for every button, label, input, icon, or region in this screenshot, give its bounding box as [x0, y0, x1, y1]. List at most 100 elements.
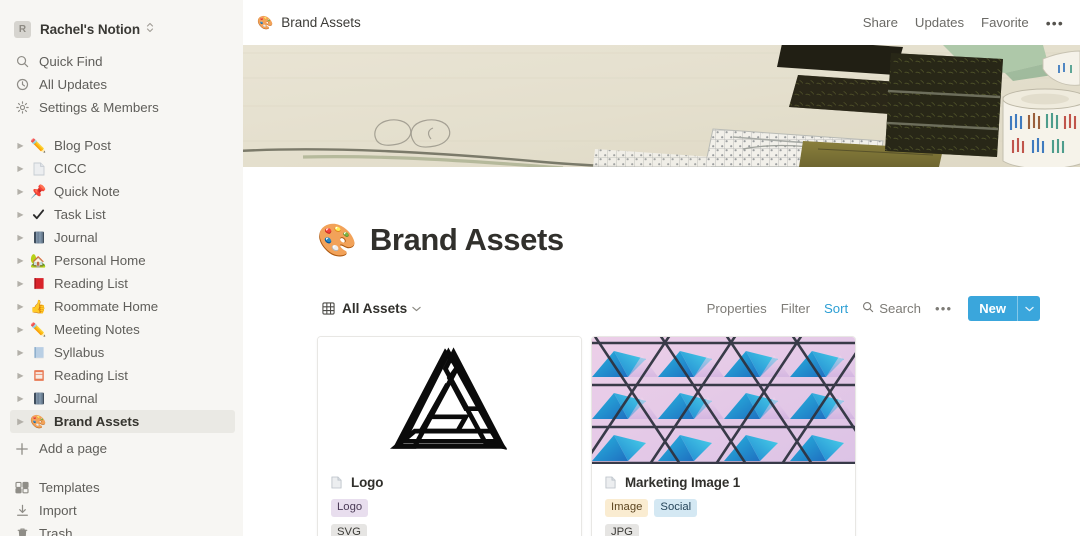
new-button-group[interactable]: New	[968, 296, 1040, 322]
disclosure-caret-icon[interactable]: ▶	[14, 371, 27, 380]
card-body: Marketing Image 1 Image Social JPG	[592, 464, 855, 536]
disclosure-caret-icon[interactable]: ▶	[14, 325, 27, 334]
sidebar-page-journal-1[interactable]: ▶ Journal	[10, 226, 235, 249]
card-tags-primary: Logo	[331, 498, 568, 517]
database-view-name: All Assets	[342, 301, 408, 317]
disclosure-caret-icon[interactable]: ▶	[14, 394, 27, 403]
notebook-icon	[30, 392, 47, 405]
top-bar: 🎨 Brand Assets Share Updates Favorite ••…	[243, 0, 1080, 45]
new-button[interactable]: New	[968, 296, 1017, 322]
card-title: Marketing Image 1	[625, 474, 741, 490]
disclosure-caret-icon[interactable]: ▶	[14, 256, 27, 265]
page-cover-image[interactable]	[243, 45, 1080, 167]
filter-button[interactable]: Filter	[781, 301, 810, 316]
workspace-avatar: R	[14, 20, 31, 38]
disclosure-caret-icon[interactable]: ▶	[14, 302, 27, 311]
sidebar: R Rachel's Notion Quick Find All Updates	[0, 0, 243, 536]
sidebar-page-task-list[interactable]: ▶ Task List	[10, 203, 235, 226]
palette-icon[interactable]: 🎨	[317, 224, 357, 256]
tag-badge: SVG	[331, 523, 367, 536]
sidebar-page-blog-post[interactable]: ▶ ✏️ Blog Post	[10, 134, 235, 157]
sidebar-page-list: ▶ ✏️ Blog Post ▶ CICC ▶ 📌 Quick Note ▶ T…	[0, 134, 243, 433]
new-dropdown-chevron-icon[interactable]	[1017, 296, 1040, 322]
sidebar-page-label: Quick Note	[54, 184, 120, 199]
sort-button[interactable]: Sort	[824, 301, 848, 316]
card-tags-primary: Image Social	[605, 498, 842, 517]
sidebar-page-syllabus[interactable]: ▶ Syllabus	[10, 341, 235, 364]
database-toolbar: All Assets Properties Filter Sort Search…	[317, 296, 1040, 322]
disclosure-caret-icon[interactable]: ▶	[14, 233, 27, 242]
workspace-switcher[interactable]: R Rachel's Notion	[10, 16, 235, 42]
pencil-icon: ✏️	[30, 138, 47, 153]
sidebar-item-label: Templates	[39, 480, 100, 495]
disclosure-caret-icon[interactable]: ▶	[14, 279, 27, 288]
favorite-button[interactable]: Favorite	[981, 15, 1029, 30]
database-view-tab[interactable]: All Assets	[317, 299, 426, 318]
tag-badge: JPG	[605, 523, 639, 536]
page-body: 🎨 Brand Assets All Assets Properties Fil…	[243, 167, 1080, 536]
disclosure-caret-icon[interactable]: ▶	[14, 348, 27, 357]
sidebar-page-brand-assets[interactable]: ▶ 🎨 Brand Assets	[10, 410, 235, 433]
sidebar-item-settings-members[interactable]: Settings & Members	[10, 96, 235, 119]
database-toolbar-actions: Properties Filter Sort Search ••• New	[707, 296, 1040, 322]
sidebar-nav-group: Quick Find All Updates Settings & Member…	[0, 50, 243, 119]
sidebar-item-import[interactable]: Import	[10, 499, 235, 522]
workspace-name: Rachel's Notion	[40, 21, 140, 37]
templates-icon	[14, 481, 30, 494]
import-icon	[14, 504, 30, 517]
disclosure-caret-icon[interactable]: ▶	[14, 187, 27, 196]
sidebar-item-label: Quick Find	[39, 54, 103, 69]
gear-icon	[14, 101, 30, 114]
sidebar-page-meeting-notes[interactable]: ▶ ✏️ Meeting Notes	[10, 318, 235, 341]
gallery-card[interactable]: Logo Logo SVG	[317, 335, 582, 536]
sidebar-page-journal-2[interactable]: ▶ Journal	[10, 387, 235, 410]
orange-book-icon	[30, 369, 47, 382]
pencil-icon: ✏️	[30, 322, 47, 337]
sidebar-page-label: Personal Home	[54, 253, 146, 268]
tag-badge: Social	[654, 498, 698, 517]
sidebar-page-label: CICC	[54, 161, 87, 176]
sidebar-item-templates[interactable]: Templates	[10, 476, 235, 499]
share-button[interactable]: Share	[863, 15, 898, 30]
gallery-card[interactable]: Marketing Image 1 Image Social JPG	[591, 335, 856, 536]
sidebar-page-quick-note[interactable]: ▶ 📌 Quick Note	[10, 180, 235, 203]
disclosure-caret-icon[interactable]: ▶	[14, 210, 27, 219]
sidebar-item-label: Trash	[39, 526, 73, 536]
sidebar-page-reading-list-2[interactable]: ▶ Reading List	[10, 364, 235, 387]
sidebar-page-personal-home[interactable]: ▶ 🏡 Personal Home	[10, 249, 235, 272]
penrose-triangle-logo	[318, 336, 581, 464]
page-inner: 🎨 Brand Assets All Assets Properties Fil…	[243, 201, 1080, 536]
add-a-page-button[interactable]: Add a page	[10, 437, 235, 460]
search-button[interactable]: Search	[862, 301, 921, 316]
search-label: Search	[879, 301, 921, 317]
sidebar-page-cicc[interactable]: ▶ CICC	[10, 157, 235, 180]
card-media-logo	[318, 336, 581, 464]
breadcrumb[interactable]: 🎨 Brand Assets	[257, 15, 361, 31]
disclosure-caret-icon[interactable]: ▶	[14, 164, 27, 173]
sidebar-item-label: Import	[39, 503, 77, 518]
card-tags-secondary: JPG	[605, 523, 842, 536]
sidebar-item-all-updates[interactable]: All Updates	[10, 73, 235, 96]
blue-book-icon	[30, 346, 47, 359]
updates-button[interactable]: Updates	[915, 15, 964, 30]
sidebar-item-label: Settings & Members	[39, 100, 159, 115]
sidebar-page-label: Blog Post	[54, 138, 111, 153]
card-title-row: Marketing Image 1	[605, 475, 842, 490]
database-more-icon[interactable]: •••	[935, 301, 952, 316]
file-page-icon	[605, 476, 618, 489]
page-title[interactable]: Brand Assets	[370, 222, 564, 258]
palette-icon: 🎨	[257, 14, 274, 30]
sidebar-page-label: Roommate Home	[54, 299, 159, 314]
more-options-icon[interactable]: •••	[1046, 15, 1064, 31]
sidebar-page-roommate-home[interactable]: ▶ 👍 Roommate Home	[10, 295, 235, 318]
properties-button[interactable]: Properties	[707, 301, 767, 316]
disclosure-caret-icon[interactable]: ▶	[14, 417, 27, 426]
disclosure-caret-icon[interactable]: ▶	[14, 141, 27, 150]
notebook-icon	[30, 231, 47, 244]
gallery-view: Logo Logo SVG Marketing Image 1 Image So…	[317, 335, 1040, 536]
sidebar-page-reading-list-1[interactable]: ▶ Reading List	[10, 272, 235, 295]
sidebar-item-quick-find[interactable]: Quick Find	[10, 50, 235, 73]
sidebar-item-trash[interactable]: Trash	[10, 522, 235, 536]
chevron-updown-icon	[146, 22, 154, 36]
sidebar-item-label: All Updates	[39, 77, 107, 92]
